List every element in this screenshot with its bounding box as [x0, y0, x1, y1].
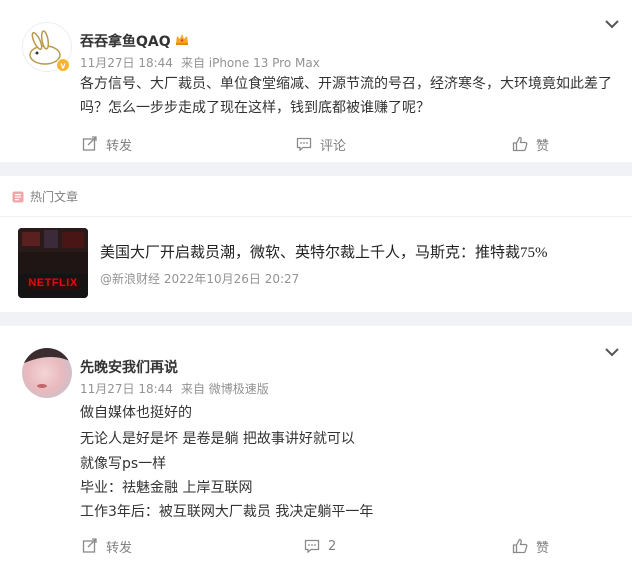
comment-meta: 11月27日 18:44 来自 微博极速版	[80, 380, 269, 397]
comment-line: 工作3年后：被互联网大厂裁员 我决定躺平一年	[80, 504, 374, 520]
comment-line: 做自媒体也挺好的	[80, 405, 192, 421]
hot-article-header: 热门文章	[12, 188, 78, 205]
comment-icon	[304, 539, 320, 554]
like-button[interactable]: 赞	[512, 534, 549, 558]
comment-label: 评论	[320, 138, 347, 154]
post-source: 来自 iPhone 13 Pro Max	[180, 56, 320, 70]
hot-article-card: 热门文章 NETFLIX 美国大厂开启裁员潮，微软、英特尔裁上千人，马斯克：推特…	[0, 176, 632, 312]
article-thumbnail[interactable]: NETFLIX	[18, 228, 88, 298]
comment-line: 毕业：祛魅金融 上岸互联网	[80, 480, 253, 496]
thumbnail-text: NETFLIX	[28, 277, 78, 289]
like-label: 赞	[536, 540, 550, 556]
post-meta: 11月27日 18:44 来自 iPhone 13 Pro Max	[80, 54, 320, 71]
divider	[0, 216, 632, 217]
post-date[interactable]: 11月27日 18:44	[80, 56, 173, 70]
username[interactable]: 先晚安我们再说	[80, 357, 178, 377]
like-button[interactable]: 赞	[512, 132, 549, 156]
comment-source: 来自 微博极速版	[180, 382, 269, 396]
thumbs-up-icon	[512, 136, 528, 152]
article-icon	[12, 191, 24, 202]
avatar[interactable]	[22, 348, 72, 398]
hot-article-header-label: 热门文章	[30, 190, 79, 204]
comment-line: 就像写ps一样	[80, 456, 167, 472]
comment-button[interactable]: 评论	[296, 132, 346, 156]
repost-label: 转发	[106, 540, 133, 556]
chevron-down-icon[interactable]	[604, 346, 620, 358]
repost-button[interactable]: 转发	[82, 534, 132, 558]
verified-badge-icon: v	[56, 58, 70, 72]
chevron-down-icon[interactable]	[604, 18, 620, 30]
comment-count: 2	[328, 538, 337, 554]
svg-text:v: v	[60, 61, 65, 71]
post-actions: 转发 评论 赞	[0, 132, 632, 156]
crown-icon[interactable]	[174, 31, 190, 47]
article-meta: @新浪财经 2022年10月26日 20:27	[100, 272, 300, 286]
comment-date[interactable]: 11月27日 18:44	[80, 382, 173, 396]
repost-button[interactable]: 转发	[82, 132, 132, 156]
comment-line: 无论人是好是坏 是卷是躺 把故事讲好就可以	[80, 431, 355, 447]
username[interactable]: 吞吞拿鱼QAQ	[80, 31, 171, 51]
post-content: 各方信号、大厂裁员、单位食堂缩减、开源节流的号召，经济寒冬，大环境竟如此差了吗？…	[80, 76, 612, 116]
post-card: v 吞吞拿鱼QAQ 11月27日 18:44 来自 iPhone 13 Pro M…	[0, 0, 632, 162]
comment-card: 先晚安我们再说 11月27日 18:44 来自 微博极速版 做自媒体也挺好的 无论…	[0, 326, 632, 572]
comment-actions: 转发 2 赞	[0, 534, 632, 558]
repost-icon	[82, 136, 97, 151]
repost-icon	[82, 538, 97, 553]
comment-icon	[296, 137, 312, 152]
comment-button[interactable]: 2	[304, 534, 336, 558]
thumbs-up-icon	[512, 538, 528, 554]
user-photo-avatar	[22, 348, 72, 398]
repost-label: 转发	[106, 138, 133, 154]
like-label: 赞	[536, 138, 550, 154]
article-title[interactable]: 美国大厂开启裁员潮，微软、英特尔裁上千人，马斯克：推特裁75%	[100, 241, 548, 262]
